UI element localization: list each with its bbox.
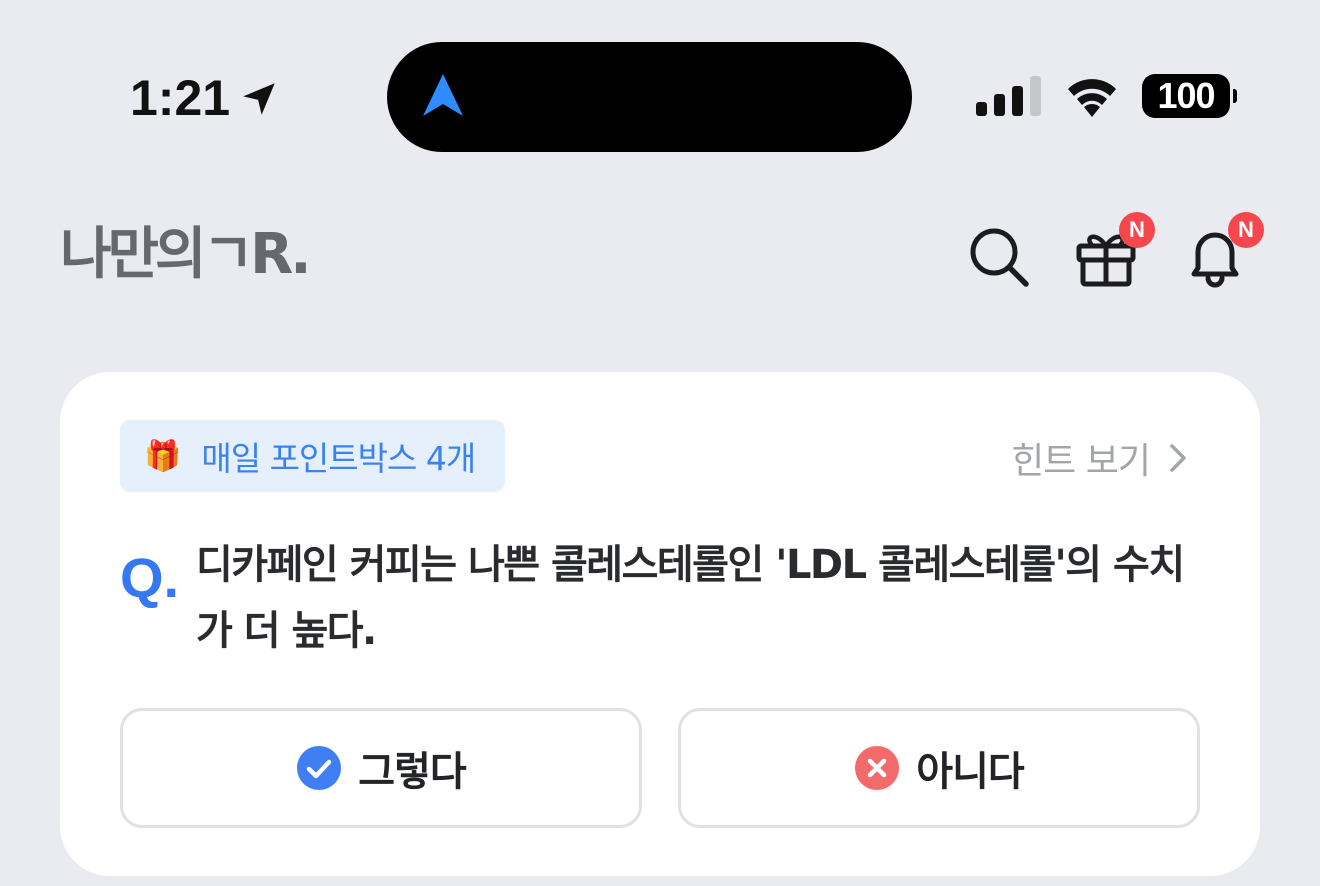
pointbox-label: 매일 포인트박스 4개 — [201, 439, 476, 478]
gift-emoji-icon: 🎁 — [144, 438, 182, 474]
hint-link[interactable]: 힌트 보기 — [1011, 432, 1188, 484]
navigation-arrow-icon — [423, 74, 463, 116]
question-text: 디카페인 커피는 나쁜 콜레스테롤인 'LDL 콜레스테롤'의 수치가 더 높다… — [196, 542, 1185, 654]
notification-button[interactable]: N — [1182, 212, 1264, 290]
answer-no-label: 아니다 — [916, 749, 1024, 795]
x-circle-icon — [855, 746, 900, 790]
battery-indicator: 100 — [1142, 74, 1237, 118]
check-circle-icon — [297, 746, 342, 790]
location-arrow-icon — [243, 83, 275, 115]
dynamic-island — [387, 42, 912, 152]
notification-new-badge: N — [1228, 212, 1264, 248]
chevron-right-icon — [1170, 444, 1186, 472]
gift-button[interactable]: N — [1073, 212, 1155, 290]
time-text: 1:21 — [130, 70, 231, 126]
battery-level: 100 — [1157, 75, 1215, 116]
cellular-signal-icon — [976, 76, 1041, 116]
search-icon — [970, 228, 1029, 287]
status-indicators: 100 — [976, 74, 1237, 118]
answer-no-button[interactable]: 아니다 — [678, 708, 1200, 828]
wifi-icon — [1068, 79, 1116, 117]
hint-label: 힌트 보기 — [1011, 441, 1151, 482]
status-time: 1:21 — [130, 70, 280, 126]
gift-new-badge: N — [1119, 212, 1155, 248]
question-marker: Q. — [120, 546, 180, 609]
daily-pointbox-chip[interactable]: 🎁 매일 포인트박스 4개 — [120, 420, 506, 492]
search-button[interactable] — [966, 224, 1032, 290]
quiz-card: 🎁 매일 포인트박스 4개 힌트 보기 Q. 디카페인 커피는 나쁜 콜레스테롤… — [60, 372, 1260, 876]
answer-yes-label: 그렇다 — [358, 749, 466, 795]
answer-yes-button[interactable]: 그렇다 — [120, 708, 642, 828]
header-actions: N N — [0, 212, 1320, 294]
